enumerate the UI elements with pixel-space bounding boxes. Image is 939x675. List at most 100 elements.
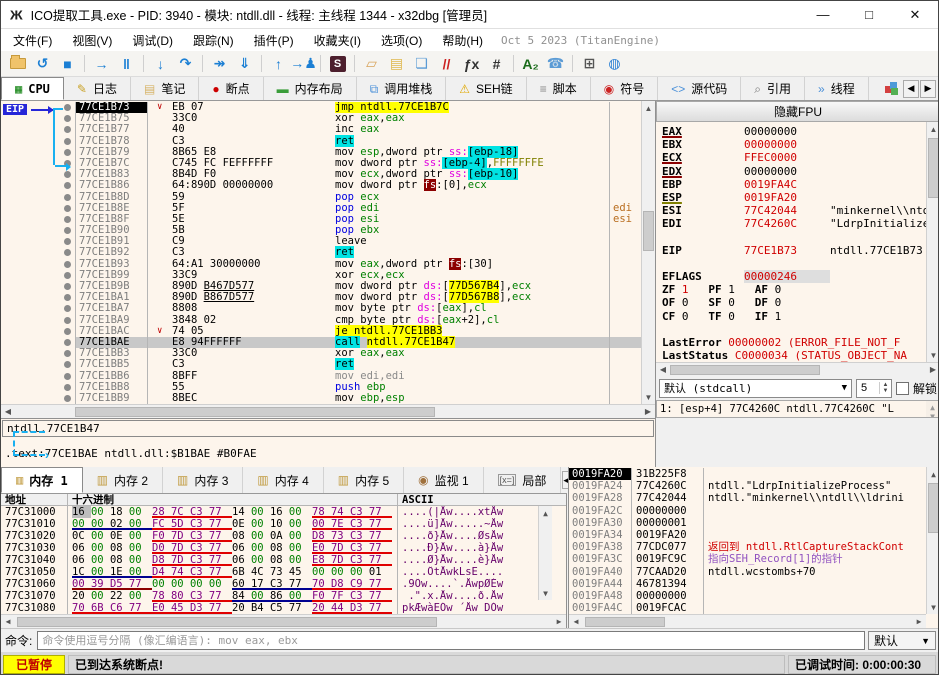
scroll-right-icon[interactable]: ▶ [641, 405, 655, 419]
memory-dump-pane[interactable]: 地址 十六进制 ASCII 77C31000 16 00 18 00 28 7C C… [1, 494, 567, 628]
blocks-icon[interactable] [885, 81, 899, 96]
breakpoint-dot-icon[interactable] [64, 215, 71, 223]
dump-row[interactable]: 77C31070 20 00 22 00 78 80 C3 77 84 00 86 0… [1, 590, 566, 602]
comments-icon[interactable]: ▤ [384, 53, 409, 75]
step-into-icon[interactable]: ↓ [148, 53, 173, 75]
menu-item[interactable]: 插件(P) [244, 30, 304, 51]
calculator-icon[interactable]: ⊞ [577, 53, 602, 75]
dump-row[interactable]: 77C31080 70 6B C6 77 E0 45 D3 77 20 B4 C5 7… [1, 602, 566, 614]
tab-source[interactable]: <> 源代码 [658, 77, 742, 100]
tab-dump-2[interactable]: ▥ 内存 2 [83, 467, 164, 493]
breakpoint-dot-icon[interactable] [64, 271, 71, 279]
tab-references[interactable]: ⌕ 引用 [741, 77, 805, 100]
disasm-row[interactable]: 77CE1BA7 8808 mov byte ptr ds:[eax],cl [1, 303, 642, 315]
stack-row[interactable]: 0019FA34 0019FA20 [569, 528, 926, 542]
registers-list[interactable]: EAX 00000000 EBX 00000000 ECX FFEC0000 EDX 0000… [656, 122, 926, 362]
globe-icon[interactable]: ◍ [602, 53, 627, 75]
disasm-row[interactable]: 77CE1B86 64:890D 00000000 mov dword ptr fs… [1, 179, 642, 192]
tab-log[interactable]: ✎ 日志 [64, 77, 131, 100]
breakpoint-dot-icon[interactable] [64, 137, 71, 145]
scroll-left-icon[interactable]: ◀ [569, 615, 583, 629]
register-row[interactable]: ECX FFEC0000 [662, 151, 926, 164]
menu-item[interactable]: 视图(V) [62, 30, 122, 51]
arguments-list[interactable]: 1: [esp+4] 77C4260C ntdll.77C4260C "L2: … [656, 400, 938, 418]
disasm-row[interactable]: 77CE1B77 40 inc eax [1, 124, 642, 136]
scroll-up-icon[interactable]: ▲ [539, 506, 552, 520]
register-row[interactable]: ESI 77C42044 "minkernel\\ntdll\ [662, 204, 926, 217]
stack-row[interactable]: 0019FA28 77C42044 ntdll."minkernel\\ntdll\… [569, 492, 926, 505]
breakpoint-dot-icon[interactable] [64, 350, 71, 358]
breakpoint-dot-icon[interactable] [64, 383, 71, 391]
breakpoint-dot-icon[interactable] [64, 361, 71, 369]
stack-row[interactable]: 0019FA24 77C4260C ntdll."LdrpInitializePro… [569, 480, 926, 493]
argument-count-stepper[interactable]: 5 ▲ ▼ [855, 378, 892, 398]
register-row[interactable]: EIP 77CE1B73 ntdll.77CE1B73 [662, 244, 926, 257]
tab-call-stack[interactable]: ⧉ 调用堆栈 [357, 77, 447, 100]
dump-vscrollbar[interactable]: ▲ ▼ [538, 506, 552, 600]
register-row[interactable]: EDX 00000000 [662, 165, 926, 178]
unlock-checkbox[interactable] [895, 381, 909, 395]
scroll-right-icon[interactable]: ▶ [552, 615, 566, 629]
breakpoint-dot-icon[interactable] [64, 182, 71, 190]
register-row[interactable]: LastError 00000002 (ERROR_FILE_NOT_F [662, 336, 926, 349]
menu-item[interactable]: 文件(F) [3, 30, 62, 51]
step-out-icon[interactable]: ⇓ [232, 53, 257, 75]
register-row[interactable]: EDI 77C4260C "LdrpInitializePro [662, 217, 926, 230]
disasm-row[interactable]: 77CE1BB9 8BEC mov ebp,esp [1, 392, 642, 404]
disasm-row[interactable]: 77CE1B8D 59 pop ecx [1, 191, 642, 203]
breakpoint-dot-icon[interactable] [64, 338, 71, 346]
menu-item[interactable]: 选项(O) [371, 30, 432, 51]
scroll-up-icon[interactable]: ▲ [927, 122, 938, 136]
close-button[interactable]: ✕ [892, 1, 938, 28]
arguments-vscrollbar[interactable]: ▲ ▼ [926, 401, 938, 417]
disasm-hscrollbar[interactable]: ◀ ▶ [1, 404, 655, 418]
dump-row[interactable]: 77C31030 06 00 08 00 D0 7D C3 77 06 00 08 0… [1, 542, 566, 554]
command-preset-select[interactable]: 默认 ▼ [868, 631, 936, 650]
breakpoint-dot-icon[interactable] [64, 227, 71, 235]
register-row[interactable]: LastStatus C0000034 (STATUS_OBJECT_NA [662, 349, 926, 362]
tab-scroll-left-icon[interactable]: ◀ [903, 79, 919, 98]
stack-row[interactable]: 0019FA2C 00000000 [569, 504, 926, 517]
stack-row[interactable]: 0019FA38 77CDC077 返回到 ntdll.RtlCaptureStac… [569, 541, 926, 554]
patches-icon[interactable]: ▱ [359, 53, 384, 75]
scroll-down-icon[interactable]: ▼ [927, 348, 938, 362]
stack-row[interactable]: 0019FA44 46781394 [569, 577, 926, 590]
scroll-thumb[interactable] [585, 616, 665, 627]
run-to-user-code-icon[interactable]: →♟ [290, 53, 317, 75]
scroll-left-icon[interactable]: ◀ [1, 405, 15, 419]
menu-item[interactable]: 收藏夹(I) [304, 30, 371, 51]
stack-row[interactable]: 0019FA3C 0019FC9C 指向SEH_Record[1]的指针 [569, 553, 926, 566]
functions-icon[interactable]: ƒx [459, 53, 484, 75]
tab-scroll-right-icon[interactable]: ▶ [920, 79, 936, 98]
stepper-arrows-icon[interactable]: ▲ ▼ [878, 382, 891, 394]
tab-dump-1[interactable]: ▥ 内存 1 [1, 467, 83, 493]
disasm-row[interactable]: 77CE1BB5 C3 ret [1, 358, 642, 371]
stack-pane[interactable]: 0019FA20 31B225F8 0019FA24 77C4260C ntdll."L… [568, 467, 938, 629]
breakpoint-dot-icon[interactable] [64, 394, 71, 402]
run-until-icon[interactable]: ↠ [207, 53, 232, 75]
tab-cpu[interactable]: ▦ CPU [1, 77, 64, 100]
stack-vscrollbar[interactable]: ▲ ▼ [926, 467, 938, 614]
argument-row[interactable]: 1: [esp+4] 77C4260C ntdll.77C4260C "L [660, 403, 938, 416]
tab-notes[interactable]: ▤ 笔记 [131, 77, 200, 100]
breakpoint-dot-icon[interactable] [64, 126, 71, 134]
register-row[interactable]: ZF 1 PF 1 AF 0 [662, 283, 926, 296]
maximize-button[interactable]: □ [846, 1, 892, 28]
breakpoint-dot-icon[interactable] [64, 260, 71, 268]
tab-breakpoints[interactable]: ● 断点 [199, 77, 264, 100]
breakpoint-dot-icon[interactable] [64, 249, 71, 257]
register-row[interactable]: CF 0 TF 0 IF 1 [662, 310, 926, 323]
dump-row[interactable]: 77C31050 1C 00 1E 00 D4 74 C3 77 6B 4C 73 4… [1, 566, 566, 578]
breakpoint-dot-icon[interactable] [64, 115, 71, 123]
breakpoint-dot-icon[interactable] [64, 283, 71, 290]
scroll-down-icon[interactable]: ▼ [642, 390, 655, 404]
breakpoint-dot-icon[interactable] [64, 148, 71, 156]
tab-dump-5[interactable]: ▥ 内存 5 [324, 467, 405, 493]
calling-convention-select[interactable]: 默认 (stdcall) ▼ [659, 378, 852, 398]
tab-dump-3[interactable]: ▥ 内存 3 [163, 467, 244, 493]
trace-icon[interactable]: S [325, 53, 350, 75]
menu-item[interactable]: 调试(D) [122, 30, 183, 51]
stop-icon[interactable]: ■ [55, 53, 80, 75]
tab-locals[interactable]: [x=] 局部 [484, 467, 562, 493]
scroll-up-icon[interactable]: ▲ [927, 467, 938, 481]
